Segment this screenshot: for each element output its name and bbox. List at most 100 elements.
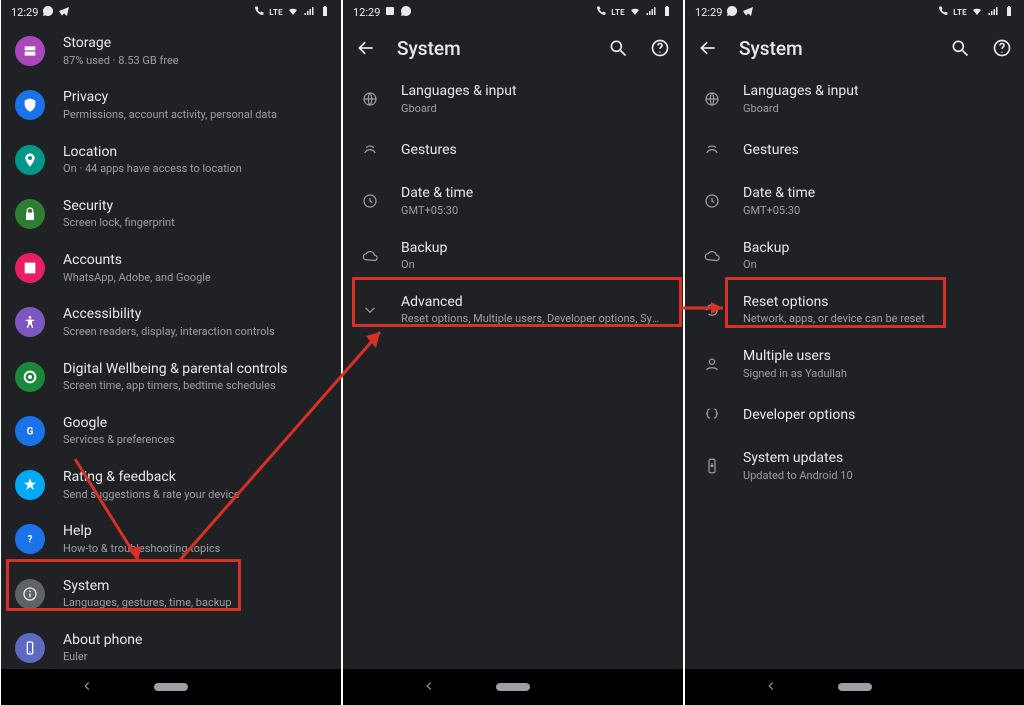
- row-datetime[interactable]: Date & timeGMT+05:30: [343, 174, 683, 228]
- globe-icon: [357, 86, 383, 112]
- search-button[interactable]: [607, 37, 629, 59]
- signal-icon: [987, 5, 999, 20]
- row-users[interactable]: Multiple usersSigned in as Yadullah: [685, 337, 1024, 391]
- screen-header: System: [685, 24, 1024, 72]
- info-icon: [15, 579, 45, 609]
- status-bar: 12:29 LTE: [685, 0, 1024, 24]
- row-privacy[interactable]: PrivacyPermissions, account activity, pe…: [1, 78, 341, 132]
- row-accounts[interactable]: AccountsWhatsApp, Adobe, and Google: [1, 241, 341, 295]
- nav-bar: [1, 669, 341, 705]
- back-nav-icon[interactable]: [764, 678, 778, 697]
- row-backup[interactable]: BackupOn: [343, 229, 683, 283]
- status-time: 12:29: [695, 6, 722, 19]
- row-wellbeing[interactable]: Digital Wellbeing & parental controlsScr…: [1, 350, 341, 404]
- privacy-icon: [15, 90, 45, 120]
- help-icon: ?: [15, 524, 45, 554]
- chevron-down-icon: [357, 297, 383, 323]
- status-bar: 12:29 LTE: [343, 0, 683, 24]
- globe-icon: [699, 86, 725, 112]
- clock-icon: [357, 188, 383, 214]
- status-time: 12:29: [11, 6, 38, 19]
- search-button[interactable]: [949, 37, 971, 59]
- battery-icon: [319, 5, 331, 20]
- help-button[interactable]: [991, 37, 1013, 59]
- whatsapp-icon: [726, 5, 738, 20]
- telegram-icon: [742, 5, 754, 20]
- row-advanced[interactable]: AdvancedReset options, Multiple users, D…: [343, 283, 683, 337]
- whatsapp-icon: [400, 5, 412, 20]
- volte-icon: [937, 5, 949, 20]
- row-location[interactable]: LocationOn · 44 apps have access to loca…: [1, 133, 341, 187]
- system-list: Languages & inputGboard Gestures Date & …: [685, 72, 1024, 669]
- battery-icon: [661, 5, 673, 20]
- row-rating[interactable]: Rating & feedbackSend suggestions & rate…: [1, 458, 341, 512]
- screenshot-icon: [384, 5, 396, 20]
- user-icon: [699, 351, 725, 377]
- status-time: 12:29: [353, 6, 380, 19]
- gestures-icon: [699, 137, 725, 163]
- signal-icon: [645, 5, 657, 20]
- nav-bar: [343, 669, 683, 705]
- wifi-icon: [971, 5, 983, 20]
- reset-icon: [699, 297, 725, 323]
- braces-icon: [699, 402, 725, 428]
- screen-settings: 12:29 LTE Storage87% used · 8.53 GB free: [1, 0, 341, 705]
- wifi-icon: [287, 5, 299, 20]
- svg-text:?: ?: [28, 535, 33, 546]
- row-google[interactable]: G GoogleServices & preferences: [1, 404, 341, 458]
- page-title: System: [739, 37, 929, 60]
- home-pill[interactable]: [496, 683, 530, 691]
- row-accessibility[interactable]: AccessibilityScreen readers, display, in…: [1, 295, 341, 349]
- system-list: Languages & inputGboard Gestures Date & …: [343, 72, 683, 669]
- screen-system-expanded: 12:29 LTE System Languages & inputGboard: [685, 0, 1024, 705]
- page-title: System: [397, 37, 587, 60]
- update-icon: [699, 453, 725, 479]
- accessibility-icon: [15, 307, 45, 337]
- battery-icon: [1003, 5, 1015, 20]
- row-languages[interactable]: Languages & inputGboard: [685, 72, 1024, 126]
- row-system[interactable]: SystemLanguages, gestures, time, backup: [1, 567, 341, 621]
- star-icon: [15, 470, 45, 500]
- screen-header: System: [343, 24, 683, 72]
- nav-bar: [685, 669, 1024, 705]
- wifi-icon: [629, 5, 641, 20]
- whatsapp-icon: [42, 5, 54, 20]
- row-about[interactable]: About phoneEuler: [1, 621, 341, 669]
- row-help[interactable]: ? HelpHow-to & troubleshooting topics: [1, 512, 341, 566]
- storage-icon: [15, 36, 45, 66]
- wellbeing-icon: [15, 362, 45, 392]
- row-backup[interactable]: BackupOn: [685, 229, 1024, 283]
- google-icon: G: [15, 416, 45, 446]
- volte-icon: [253, 5, 265, 20]
- row-storage[interactable]: Storage87% used · 8.53 GB free: [1, 24, 341, 78]
- telegram-icon: [58, 5, 70, 20]
- row-gestures[interactable]: Gestures: [343, 126, 683, 174]
- row-title: Storage: [63, 35, 179, 53]
- lock-icon: [15, 199, 45, 229]
- back-nav-icon[interactable]: [80, 678, 94, 697]
- row-datetime[interactable]: Date & timeGMT+05:30: [685, 174, 1024, 228]
- back-button[interactable]: [697, 37, 719, 59]
- lte-label: LTE: [269, 8, 283, 17]
- row-gestures[interactable]: Gestures: [685, 126, 1024, 174]
- status-bar: 12:29 LTE: [1, 0, 341, 24]
- signal-icon: [303, 5, 315, 20]
- svg-text:G: G: [27, 426, 34, 437]
- row-security[interactable]: SecurityScreen lock, fingerprint: [1, 187, 341, 241]
- volte-icon: [595, 5, 607, 20]
- back-button[interactable]: [355, 37, 377, 59]
- row-languages[interactable]: Languages & inputGboard: [343, 72, 683, 126]
- cloud-icon: [357, 243, 383, 269]
- clock-icon: [699, 188, 725, 214]
- row-reset[interactable]: Reset optionsNetwork, apps, or device ca…: [685, 283, 1024, 337]
- back-nav-icon[interactable]: [422, 678, 436, 697]
- home-pill[interactable]: [154, 683, 188, 691]
- help-button[interactable]: [649, 37, 671, 59]
- row-updates[interactable]: System updatesUpdated to Android 10: [685, 439, 1024, 493]
- phone-icon: [15, 633, 45, 663]
- location-icon: [15, 145, 45, 175]
- row-sub: 87% used · 8.53 GB free: [63, 54, 179, 68]
- settings-list: Storage87% used · 8.53 GB free PrivacyPe…: [1, 24, 341, 669]
- row-developer[interactable]: Developer options: [685, 391, 1024, 439]
- home-pill[interactable]: [838, 683, 872, 691]
